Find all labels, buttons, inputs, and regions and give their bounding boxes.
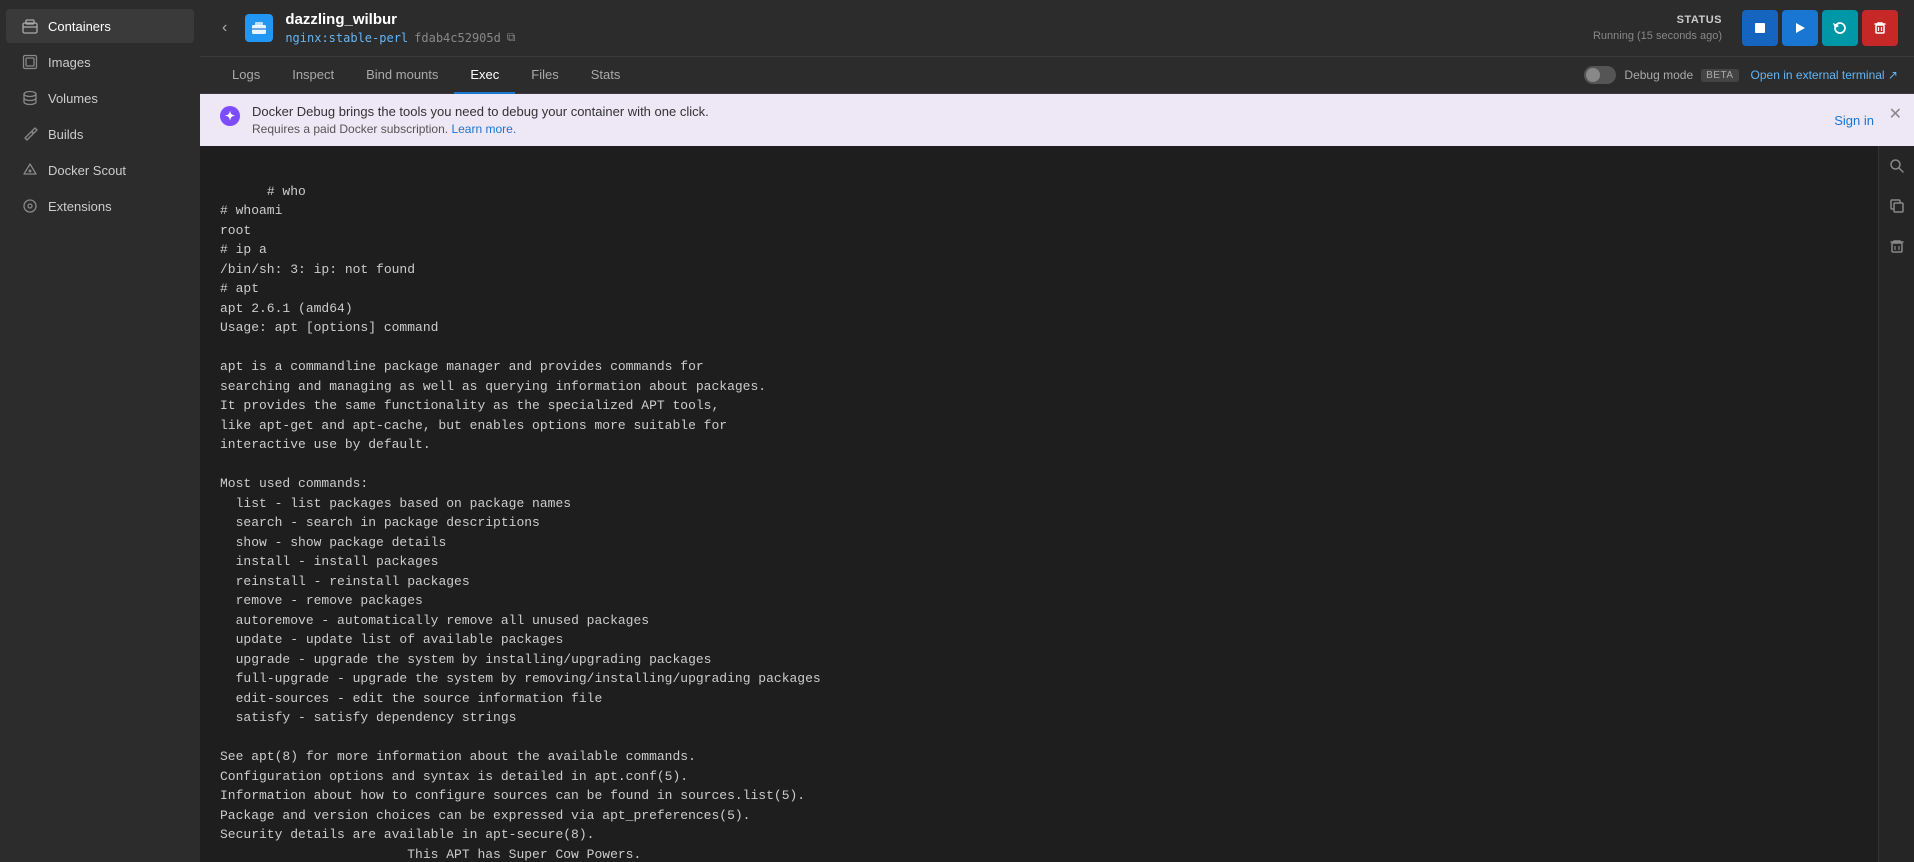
action-buttons: [1742, 10, 1898, 46]
sidebar-item-images-label: Images: [48, 55, 91, 70]
terminal-clear-button[interactable]: [1885, 234, 1909, 258]
volumes-icon: [22, 90, 38, 106]
beta-badge: BETA: [1701, 69, 1738, 82]
banner-title: Docker Debug brings the tools you need t…: [252, 104, 1822, 119]
extensions-icon: [22, 198, 38, 214]
stop-button[interactable]: [1742, 10, 1778, 46]
sidebar-item-extensions-label: Extensions: [48, 199, 112, 214]
tabs-bar: Logs Inspect Bind mounts Exec Files Stat…: [200, 57, 1914, 94]
terminal-toolbar: [1878, 146, 1914, 862]
banner-text: Docker Debug brings the tools you need t…: [252, 104, 1822, 136]
container-id-row: nginx:stable-perl fdab4c52905d ⧉: [285, 30, 1581, 45]
sidebar-item-builds[interactable]: Builds: [6, 117, 194, 151]
banner-close-button[interactable]: ✕: [1889, 104, 1902, 124]
open-external-link[interactable]: Open in external terminal ↗: [1751, 68, 1898, 82]
sidebar-item-containers[interactable]: Containers: [6, 9, 194, 43]
docker-scout-icon: [22, 162, 38, 178]
debug-banner: ✦ Docker Debug brings the tools you need…: [200, 94, 1914, 146]
banner-subtitle: Requires a paid Docker subscription. Lea…: [252, 122, 1822, 136]
container-id: fdab4c52905d: [414, 31, 501, 45]
terminal-output[interactable]: # who # whoami root # ip a /bin/sh: 3: i…: [200, 146, 1878, 862]
image-link[interactable]: nginx:stable-perl: [285, 31, 408, 45]
status-area: STATUS Running (15 seconds ago): [1593, 14, 1722, 42]
terminal-text: # who # whoami root # ip a /bin/sh: 3: i…: [220, 184, 821, 862]
terminal-copy-button[interactable]: [1885, 194, 1909, 218]
tab-logs[interactable]: Logs: [216, 57, 276, 94]
containers-icon: [22, 18, 38, 34]
tab-bind-mounts[interactable]: Bind mounts: [350, 57, 454, 94]
main-content: ‹ dazzling_wilbur nginx:stable-perl fdab…: [200, 0, 1914, 862]
debug-mode-label: Debug mode: [1624, 68, 1693, 82]
debug-mode-toggle[interactable]: [1584, 66, 1616, 84]
sidebar-item-volumes-label: Volumes: [48, 91, 98, 106]
container-logo: [245, 14, 273, 42]
terminal-search-button[interactable]: [1885, 154, 1909, 178]
tab-right-area: Debug mode BETA Open in external termina…: [1584, 66, 1898, 84]
sidebar-item-images[interactable]: Images: [6, 45, 194, 79]
tab-stats[interactable]: Stats: [575, 57, 637, 94]
sidebar-item-docker-scout-label: Docker Scout: [48, 163, 126, 178]
status-label: STATUS: [1677, 14, 1722, 26]
terminal-area: # who # whoami root # ip a /bin/sh: 3: i…: [200, 146, 1914, 862]
sidebar-item-volumes[interactable]: Volumes: [6, 81, 194, 115]
builds-icon: [22, 126, 38, 142]
images-icon: [22, 54, 38, 70]
tab-exec[interactable]: Exec: [454, 57, 515, 94]
tab-inspect[interactable]: Inspect: [276, 57, 350, 94]
container-header: ‹ dazzling_wilbur nginx:stable-perl fdab…: [200, 0, 1914, 57]
copy-id-button[interactable]: ⧉: [507, 30, 516, 45]
back-button[interactable]: ‹: [216, 17, 233, 39]
tab-files[interactable]: Files: [515, 57, 574, 94]
sidebar-item-extensions[interactable]: Extensions: [6, 189, 194, 223]
status-text: Running (15 seconds ago): [1593, 30, 1722, 42]
learn-more-link[interactable]: Learn more.: [451, 122, 516, 136]
container-name: dazzling_wilbur: [285, 11, 1581, 28]
sidebar-item-builds-label: Builds: [48, 127, 83, 142]
debug-mode-row: Debug mode BETA: [1584, 66, 1738, 84]
sidebar: Containers Images Volumes Builds: [0, 0, 200, 862]
container-info: dazzling_wilbur nginx:stable-perl fdab4c…: [285, 11, 1581, 45]
restart-button[interactable]: [1822, 10, 1858, 46]
delete-button[interactable]: [1862, 10, 1898, 46]
run-button[interactable]: [1782, 10, 1818, 46]
banner-icon: ✦: [220, 106, 240, 126]
sidebar-item-docker-scout[interactable]: Docker Scout: [6, 153, 194, 187]
sign-in-button[interactable]: Sign in: [1834, 113, 1874, 128]
sidebar-item-containers-label: Containers: [48, 19, 111, 34]
